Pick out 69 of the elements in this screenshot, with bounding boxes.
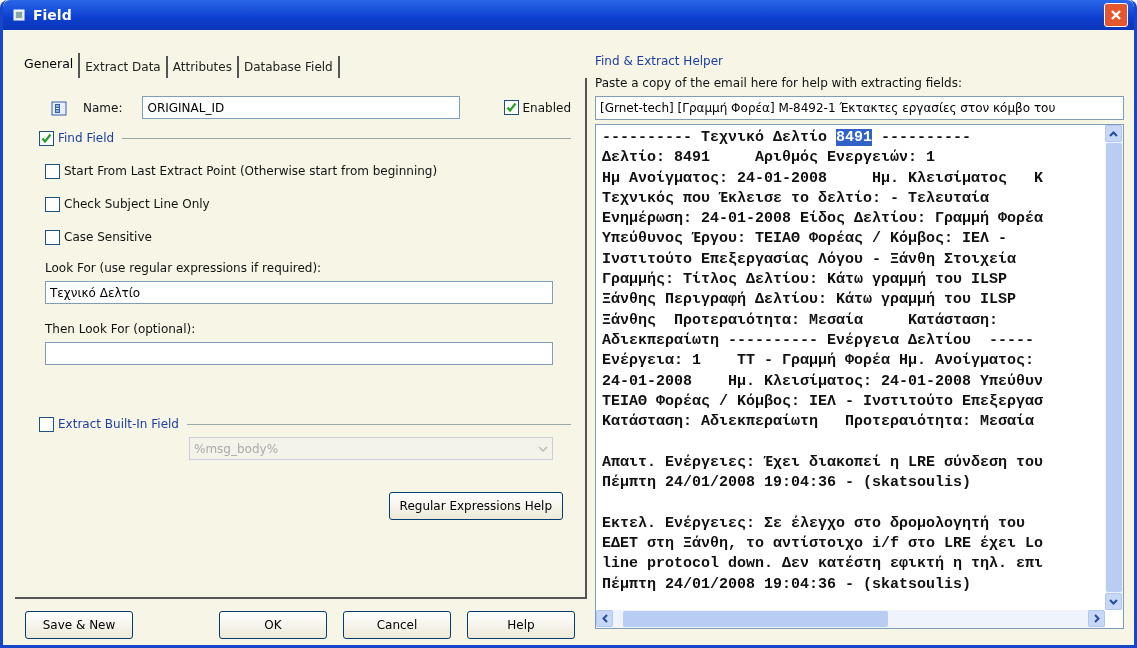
look-for-field[interactable]: Τεχνικό Δελτίο xyxy=(45,281,553,304)
dialog-button[interactable]: Help xyxy=(467,611,575,639)
subject-field[interactable]: [Grnet-tech] [Γραμμή Φορέα] M-8492-1 Έκτακτες εργασίες στον κόμβο του xyxy=(595,96,1124,120)
checkbox-label: Enabled xyxy=(522,99,571,117)
email-text: Εκτελ. Ενέργειες: Σε έλεγχο στο δρομολογητή του xyxy=(602,513,1027,534)
email-text: Τεχνικός που Έκλεισε το δελτίο: - Τελευταία xyxy=(602,188,991,209)
email-text: Ημ Ανοίγματος: 24-01-2008 Ημ. Κλεισίματος Κ xyxy=(602,168,1045,189)
scrollbar[interactable] xyxy=(1105,125,1123,610)
group-label: Find Field xyxy=(58,130,115,147)
selected-text: 8491 xyxy=(836,129,873,146)
checkbox-label: Case Sensitive xyxy=(64,229,152,246)
field-label: Look For (use regular expressions if required): xyxy=(45,260,323,277)
email-text: ---------- Τεχνικό Δελτίο xyxy=(602,129,829,146)
email-text: Πέμπτη 24/01/2008 19:04:36 - (skatsoulis) xyxy=(602,574,973,595)
instruction-text: Paste a copy of the email here for help with extracting fields: xyxy=(595,75,963,92)
dialog-button[interactable]: Save & New xyxy=(25,611,133,639)
dialog-button[interactable]: Cancel xyxy=(343,611,451,639)
tab[interactable]: Extract Data xyxy=(80,56,168,78)
checkbox[interactable] xyxy=(45,163,60,179)
scroll-left-button[interactable] xyxy=(596,610,613,627)
window-icon xyxy=(13,9,25,21)
chevron-up-icon xyxy=(1109,130,1118,137)
email-text: Δελτίο: 8491 Αριθμός Ενεργειών: 1 xyxy=(602,148,937,169)
caret-icon xyxy=(538,445,548,452)
window-title: Field xyxy=(33,5,73,25)
scroll-right-button[interactable] xyxy=(1088,610,1105,627)
field-icon xyxy=(51,99,67,116)
checkbox-label: Check Subject Line Only xyxy=(64,196,210,213)
email-text: ΤΕΙΑΘ Φορέας / Κόμβος: ΙΕΛ - Ινστιτούτο Επεξεργασ xyxy=(602,391,1045,412)
email-text: Κατάσταση: Αδιεκπεραίωτη Προτεραιότητα: Μεσαία xyxy=(602,412,1036,433)
email-text: ΕΔΕΤ στη Ξάνθη, το αντίστοιχο i/f στο LRE έχει Lo xyxy=(602,533,1045,554)
email-text: Πέμπτη 24/01/2008 19:04:36 - (skatsoulis) xyxy=(602,473,973,494)
checkbox[interactable] xyxy=(39,130,54,146)
checkbox[interactable] xyxy=(503,100,519,115)
email-text: Υπεύθυνος Έργου: ΤΕΙΑΘ Φορέας / Κόμβος: ΙΕΛ - xyxy=(602,229,1009,250)
email-text: Αδιεκπεραίωτη ---------- Ενέργεια Δελτίου ----- xyxy=(602,330,1036,351)
scrollbar[interactable] xyxy=(596,610,1105,628)
email-text: Ενέργεια: 1 TT - Γραμμή Φορέα Ημ. Ανοίγματος: xyxy=(602,351,1036,372)
chevron-left-icon xyxy=(601,614,608,623)
then-look-for-field[interactable] xyxy=(45,342,553,365)
chevron-down-icon xyxy=(1109,598,1118,605)
email-text: Ξάνθης Περιγραφή Δελτίου: Κάτω γραμμή του ILSP xyxy=(602,290,1018,311)
dropdown-value: %msg_body% xyxy=(194,440,280,458)
email-text: Ινστιτούτο Επεξεργασίας Λόγου - Ξάνθη Στοιχεία xyxy=(602,249,1018,270)
field-label: Name: xyxy=(83,99,123,117)
scroll-down-button[interactable] xyxy=(1105,593,1122,610)
close-icon[interactable] xyxy=(1104,3,1128,27)
field-label: Then Look For (optional): xyxy=(45,321,197,338)
tab[interactable]: General xyxy=(19,53,81,78)
help-button[interactable]: Regular Expressions Help xyxy=(388,492,563,520)
name-field[interactable]: ORIGINAL_ID xyxy=(142,96,461,119)
helper-title: Find & Extract Helper xyxy=(595,53,725,70)
email-text: ---------- xyxy=(880,129,972,146)
checkbox[interactable] xyxy=(45,196,60,212)
dialog-button[interactable]: OK xyxy=(219,611,327,639)
email-text: line protocol down. Δεν κατέστη εφικτή η τηλ. επι xyxy=(602,554,1045,575)
email-text: Ενημέρωση: 24-01-2008 Είδος Δελτίου: Γραμμή Φορέα xyxy=(602,209,1045,230)
checkbox[interactable] xyxy=(45,229,60,245)
email-text-area[interactable] xyxy=(595,124,1124,629)
group-label: Extract Built-In Field xyxy=(58,416,179,433)
email-text: 24-01-2008 Ημ. Κλεισίματος: 24-01-2008 Υπεύθυν xyxy=(602,371,1045,392)
tab[interactable]: Attributes xyxy=(167,56,239,78)
email-text: Ξάνθης Προτεραιότητα: Μεσαία Κατάσταση: xyxy=(602,310,1000,331)
email-text: Απαιτ. Ενέργειες: Έχει διακοπεί η LRE σύνδεση του xyxy=(602,452,1045,473)
checkbox-label: Start From Last Extract Point (Otherwise start from beginning) xyxy=(64,163,438,180)
tab[interactable]: Database Field xyxy=(238,56,340,78)
scroll-up-button[interactable] xyxy=(1105,125,1122,142)
chevron-right-icon xyxy=(1093,614,1100,623)
email-text: Γραμμής: Τίτλος Δελτίου: Κάτω γραμμή του ILSP xyxy=(602,270,1009,291)
